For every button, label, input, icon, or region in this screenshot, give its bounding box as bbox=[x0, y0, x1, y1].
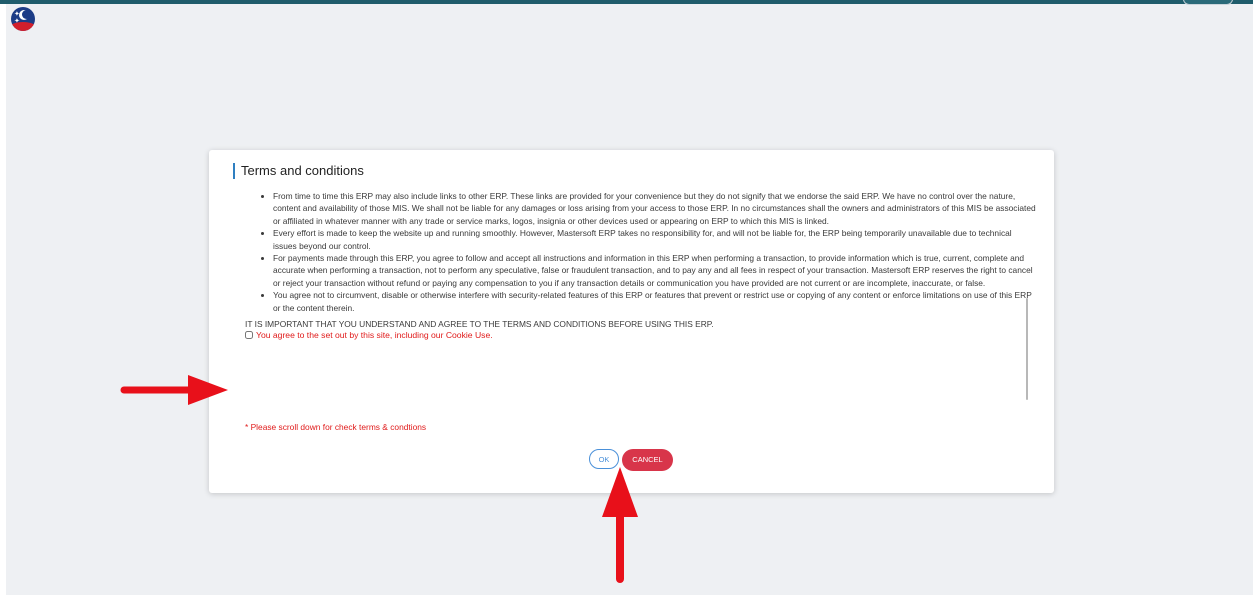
scrollbar-thumb[interactable] bbox=[1026, 298, 1028, 400]
modal-title: Terms and conditions bbox=[233, 163, 364, 179]
scroll-note: * Please scroll down for check terms & c… bbox=[245, 422, 427, 432]
terms-scroll-area[interactable]: From time to time this ERP may also incl… bbox=[245, 184, 1037, 402]
terms-item: Every effort is made to keep the website… bbox=[273, 227, 1037, 252]
left-page-strip bbox=[0, 4, 6, 595]
terms-item: For payments made through this ERP, you … bbox=[273, 252, 1037, 289]
agree-row: You agree to the set out by this site, i… bbox=[245, 330, 1037, 340]
moon-stars-logo-icon[interactable]: ✦✦ bbox=[11, 7, 35, 31]
header-button[interactable] bbox=[1183, 0, 1233, 5]
terms-list: From time to time this ERP may also incl… bbox=[245, 190, 1037, 314]
terms-item: You agree not to circumvent, disable or … bbox=[273, 289, 1037, 314]
arrow-up-icon bbox=[602, 467, 638, 583]
terms-modal: Terms and conditions From time to time t… bbox=[209, 150, 1054, 493]
important-notice: IT IS IMPORTANT THAT YOU UNDERSTAND AND … bbox=[245, 319, 714, 330]
agree-label[interactable]: You agree to the set out by this site, i… bbox=[256, 330, 493, 340]
arrow-right-icon bbox=[120, 375, 228, 405]
top-header-bar bbox=[0, 0, 1253, 5]
terms-item: From time to time this ERP may also incl… bbox=[273, 190, 1037, 227]
wave-shape bbox=[11, 22, 35, 31]
agree-checkbox[interactable] bbox=[245, 331, 253, 340]
